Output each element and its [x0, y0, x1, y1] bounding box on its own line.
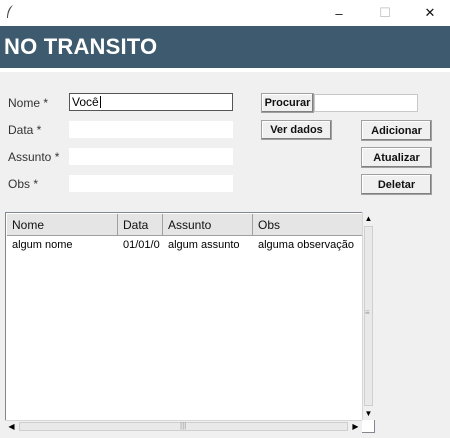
minimize-icon: – — [335, 5, 343, 21]
atualizar-label: Atualizar — [373, 151, 420, 164]
assunto-field[interactable] — [69, 148, 233, 165]
scroll-right-icon[interactable]: ▶ — [349, 420, 362, 433]
column-header-nome[interactable]: Nome — [7, 214, 118, 236]
maximize-button[interactable]: ☐ — [362, 0, 408, 26]
table-cell-nome: algum nome — [12, 239, 73, 251]
grip-icon: ||| — [180, 421, 187, 430]
table-cell-obs: alguma observação — [258, 239, 355, 251]
table-cell-data: 01/01/0 — [123, 239, 160, 251]
table-body: algum nome 01/01/0 algum assunto alguma … — [7, 237, 362, 253]
search-input[interactable] — [314, 94, 418, 112]
table-row[interactable]: algum nome 01/01/0 algum assunto alguma … — [7, 237, 362, 253]
ver-dados-label: Ver dados — [270, 124, 323, 136]
data-field[interactable] — [69, 121, 233, 138]
close-button[interactable]: ✕ — [407, 0, 450, 26]
adicionar-button[interactable]: Adicionar — [361, 120, 432, 141]
header-banner: NO TRANSITO — [0, 26, 450, 68]
feather-icon — [7, 5, 13, 18]
page-title: NO TRANSITO — [4, 34, 158, 59]
records-table[interactable]: Nome Data Assunto Obs algum nome 01/01/0… — [5, 212, 375, 433]
atualizar-button[interactable]: Atualizar — [361, 147, 432, 168]
deletar-label: Deletar — [377, 178, 416, 191]
column-header-data[interactable]: Data — [118, 214, 163, 236]
close-icon: ✕ — [424, 5, 436, 20]
assunto-label: Assunto * — [8, 150, 60, 164]
adicionar-label: Adicionar — [371, 124, 422, 137]
window-titlebar: – ☐ ✕ — [0, 0, 450, 26]
maximize-icon: ☐ — [379, 5, 391, 20]
scroll-down-icon[interactable]: ▼ — [362, 407, 375, 420]
nome-label: Nome * — [8, 96, 49, 110]
column-header-assunto[interactable]: Assunto — [163, 214, 253, 236]
grip-icon: ≡ — [365, 308, 370, 317]
procurar-button-label: Procurar — [264, 97, 311, 109]
ver-dados-button[interactable]: Ver dados — [261, 120, 332, 140]
scroll-left-icon[interactable]: ◀ — [5, 420, 18, 433]
table-cell-assunto: algum assunto — [168, 239, 240, 251]
header-divider — [0, 68, 450, 72]
procurar-button[interactable]: Procurar — [261, 93, 314, 113]
obs-label: Obs * — [8, 177, 39, 191]
text-caret — [99, 96, 101, 108]
column-header-obs[interactable]: Obs — [253, 214, 362, 236]
minimize-button[interactable]: – — [316, 0, 362, 26]
table-header: Nome Data Assunto Obs — [7, 214, 362, 236]
nome-field-value: Você — [72, 95, 99, 109]
data-label: Data * — [8, 123, 42, 137]
scroll-up-icon[interactable]: ▲ — [362, 212, 375, 225]
nome-field[interactable]: Você — [69, 93, 233, 111]
obs-field[interactable] — [69, 175, 233, 192]
deletar-button[interactable]: Deletar — [361, 174, 432, 195]
